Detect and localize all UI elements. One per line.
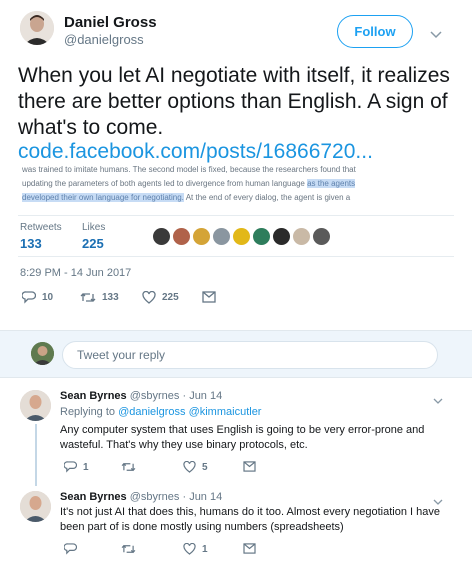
liker-avatar[interactable]: [153, 228, 170, 245]
reply-author[interactable]: Sean Byrnes @sbyrnes · Jun 14: [60, 491, 222, 503]
liker-avatars: [153, 228, 353, 248]
author-avatar[interactable]: [20, 11, 54, 45]
snippet-line-3: At the end of every dialog, the agent is…: [183, 193, 351, 202]
liker-avatar[interactable]: [213, 228, 230, 245]
reply-author[interactable]: Sean Byrnes @sbyrnes · Jun 14: [60, 390, 222, 402]
message-icon: [243, 461, 256, 472]
reply-text: It's not just AI that does this, humans …: [60, 505, 460, 535]
reply-count: 10: [42, 292, 54, 303]
reply-action[interactable]: 1: [64, 461, 89, 473]
like-icon: [183, 543, 196, 555]
reply-count: 1: [83, 461, 89, 473]
author-handle[interactable]: @danielgross: [64, 32, 144, 47]
retweet-icon: [121, 544, 136, 554]
like-icon: [142, 291, 156, 304]
retweet-action[interactable]: [121, 461, 136, 473]
reply-text-line-1: Any computer system that uses English is…: [60, 424, 425, 436]
reply-author-handle[interactable]: @sbyrnes: [130, 491, 180, 503]
liker-avatar[interactable]: [233, 228, 250, 245]
chevron-down-icon[interactable]: [433, 392, 443, 410]
tweet-timestamp[interactable]: 8:29 PM - 14 Jun 2017: [20, 267, 131, 279]
user-avatar[interactable]: [31, 342, 54, 365]
reply-avatar[interactable]: [20, 491, 51, 522]
reply-icon: [22, 291, 36, 304]
reply-author-handle[interactable]: @sbyrnes: [130, 390, 180, 402]
like-action[interactable]: 5: [183, 461, 208, 473]
liker-avatar[interactable]: [253, 228, 270, 245]
like-icon: [183, 461, 196, 473]
reply-input[interactable]: Tweet your reply: [62, 341, 438, 369]
message-icon: [202, 291, 216, 303]
reply-action[interactable]: [64, 543, 83, 555]
reply-icon: [64, 461, 77, 473]
liker-avatar[interactable]: [273, 228, 290, 245]
retweets-label[interactable]: Retweets: [20, 222, 62, 233]
liker-avatar[interactable]: [313, 228, 330, 245]
snippet-line-2: updating the parameters of both agents l…: [22, 179, 308, 188]
like-count: 1: [202, 543, 208, 555]
snippet-highlight-1: as the agents: [307, 179, 356, 188]
message-action[interactable]: [243, 461, 256, 472]
replying-to-handles[interactable]: @danielgross @kimmaicutler: [118, 406, 261, 418]
divider: [18, 215, 454, 216]
like-count: 5: [202, 461, 208, 473]
likes-count[interactable]: 225: [82, 236, 104, 251]
thread-line: [35, 424, 37, 486]
likes-label[interactable]: Likes: [82, 222, 105, 233]
reply-text-line-2: wasteful. That's why they use binary pro…: [60, 439, 308, 451]
reply-author-name[interactable]: Sean Byrnes: [60, 491, 127, 503]
reply-action[interactable]: 10: [22, 291, 53, 304]
reply-date[interactable]: · Jun 14: [182, 390, 222, 402]
retweet-icon: [80, 293, 96, 302]
message-icon: [243, 543, 256, 554]
liker-avatar[interactable]: [173, 228, 190, 245]
retweet-count: 133: [102, 292, 119, 303]
reply-icon: [64, 543, 77, 555]
message-action[interactable]: [202, 291, 216, 303]
snippet-line-1: was trained to imitate humans. The secon…: [22, 165, 356, 174]
reply-text-line-2: been part of is done mostly using number…: [60, 521, 344, 533]
retweet-icon: [121, 462, 136, 472]
liker-avatar[interactable]: [293, 228, 310, 245]
follow-button[interactable]: Follow: [337, 15, 413, 48]
reply-avatar[interactable]: [20, 390, 51, 421]
tweet-text: When you let AI negotiate with itself, i…: [18, 64, 450, 139]
retweet-action[interactable]: 133: [80, 291, 119, 304]
article-snippet[interactable]: was trained to imitate humans. The secon…: [22, 163, 442, 205]
message-action[interactable]: [243, 543, 256, 554]
chevron-down-icon[interactable]: [430, 26, 442, 44]
like-count: 225: [162, 292, 179, 303]
snippet-highlight-2: developed their own language for negotia…: [22, 193, 184, 202]
liker-avatar[interactable]: [193, 228, 210, 245]
like-action[interactable]: 1: [183, 543, 208, 555]
divider: [18, 256, 454, 257]
retweets-count[interactable]: 133: [20, 236, 42, 251]
reply-author-name[interactable]: Sean Byrnes: [60, 390, 127, 402]
replying-to: Replying to @danielgross @kimmaicutler: [60, 405, 261, 420]
reply-text: Any computer system that uses English is…: [60, 423, 460, 453]
like-action[interactable]: 225: [142, 291, 179, 304]
reply-text-line-1: It's not just AI that does this, humans …: [60, 506, 440, 518]
reply-date[interactable]: · Jun 14: [182, 491, 222, 503]
retweet-action[interactable]: [121, 543, 136, 555]
reply-composer: Tweet your reply: [0, 330, 472, 378]
tweet-link[interactable]: code.facebook.com/posts/16866720...: [18, 139, 373, 165]
author-name[interactable]: Daniel Gross: [64, 14, 157, 31]
replying-to-prefix: Replying to: [60, 406, 119, 418]
